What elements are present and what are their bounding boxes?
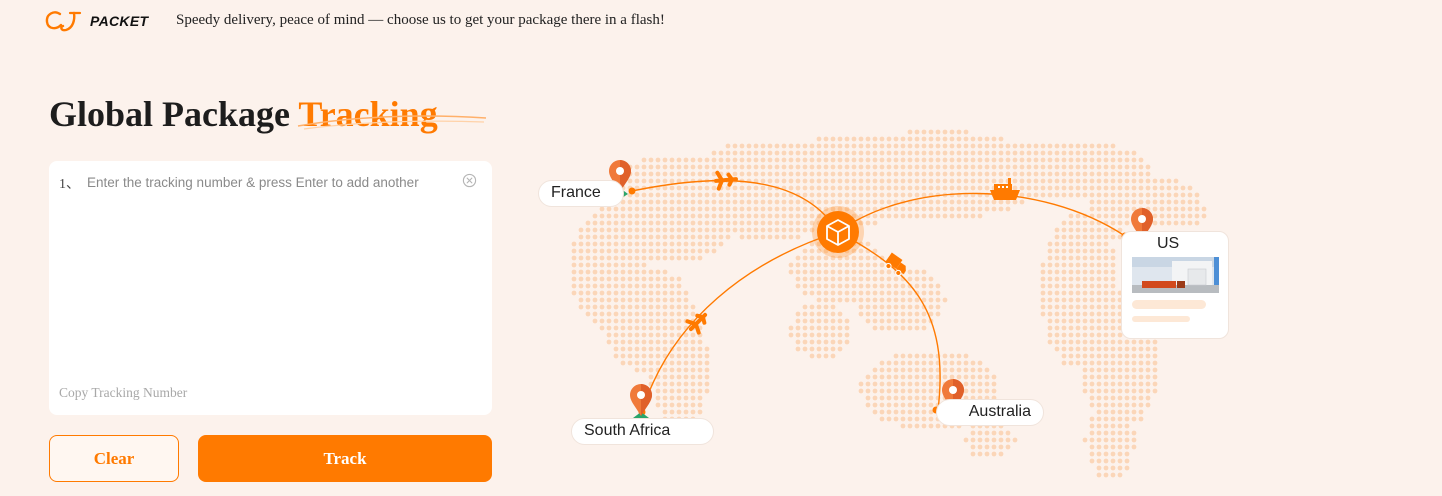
package-hub-icon bbox=[812, 206, 864, 258]
line-number: 1、 bbox=[59, 177, 80, 192]
tracking-input-card[interactable]: 1、 Copy Tracking Number bbox=[49, 161, 492, 415]
title-main: Global Package bbox=[49, 94, 290, 134]
clear-button[interactable]: Clear bbox=[49, 435, 179, 482]
placeholder-bar bbox=[1132, 316, 1190, 322]
location-label-south-africa: South Africa bbox=[571, 418, 714, 445]
location-label-france: France bbox=[538, 180, 624, 207]
cj-logo-icon bbox=[45, 11, 82, 32]
tagline: Speedy delivery, peace of mind — choose … bbox=[176, 12, 665, 28]
logo-text: PACKET bbox=[90, 13, 149, 29]
tracking-number-input[interactable] bbox=[87, 171, 457, 193]
placeholder-bar bbox=[1132, 300, 1206, 309]
us-location-card: US bbox=[1121, 231, 1229, 339]
truck-icon bbox=[885, 252, 906, 277]
circle-x-icon[interactable] bbox=[462, 173, 477, 188]
copy-tracking-number-link[interactable]: Copy Tracking Number bbox=[59, 385, 187, 401]
location-label-australia: Australia bbox=[936, 399, 1044, 426]
warehouse-photo bbox=[1132, 257, 1219, 293]
track-button[interactable]: Track bbox=[198, 435, 492, 482]
airplane-icon bbox=[685, 312, 708, 335]
world-map-illustration: France South Africa Australia US bbox=[520, 120, 1442, 496]
location-label-us: US bbox=[1157, 235, 1180, 252]
brand-logo[interactable]: PACKET bbox=[44, 8, 148, 34]
title-underline-decoration bbox=[297, 115, 487, 130]
